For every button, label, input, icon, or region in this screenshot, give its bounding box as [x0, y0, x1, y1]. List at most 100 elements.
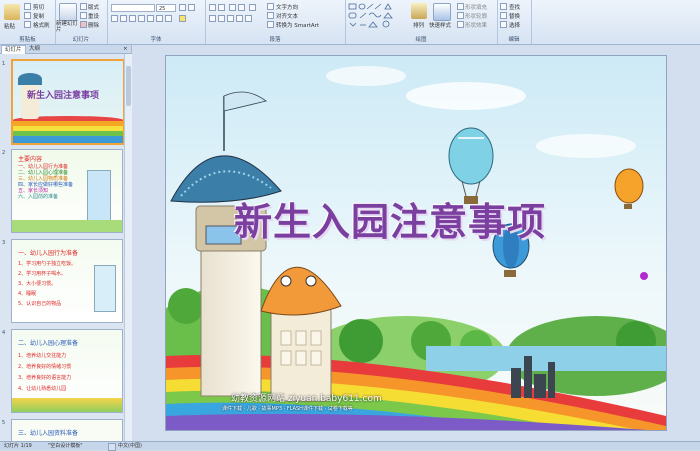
thumb-line: 5、认识自己的物品: [18, 301, 62, 307]
shape-outline-button[interactable]: 形状轮廓: [465, 12, 487, 20]
thumb-line: 1、培养幼儿交往能力: [18, 353, 67, 359]
thumb-line: 1、学习用勺子独立吃饭。: [18, 261, 77, 267]
paste-button[interactable]: 粘贴: [4, 22, 15, 30]
replace-icon[interactable]: [500, 12, 507, 19]
slides-group: 新建幻灯片 版式 重设 删除 幻灯片: [55, 0, 108, 44]
bullets-icon[interactable]: [209, 4, 216, 11]
smartart-icon[interactable]: [267, 21, 274, 28]
reset-button[interactable]: 重设: [88, 12, 99, 20]
select-button[interactable]: 选择: [509, 21, 520, 29]
thumbnail-scrollbar[interactable]: [124, 54, 132, 441]
shadow-icon[interactable]: [138, 15, 145, 22]
editing-label: 编辑: [508, 37, 520, 43]
underline-icon[interactable]: [129, 15, 136, 22]
align-center-icon[interactable]: [218, 15, 225, 22]
font-color-icon[interactable]: [179, 15, 186, 22]
arrange-icon[interactable]: [411, 3, 427, 19]
tab-outline[interactable]: 大纲: [26, 45, 43, 53]
font-label: 字体: [150, 37, 162, 43]
editing-group: 查找 替换 选择 编辑: [497, 0, 532, 44]
new-slide-button[interactable]: 新建幻灯片: [56, 21, 80, 33]
slide-thumbnail-3[interactable]: 一、幼儿入园行为准备 1、学习用勺子独立吃饭。 2、学习用杯子喝水。 3、大小便…: [11, 239, 123, 323]
cut-button[interactable]: 剪切: [33, 3, 44, 11]
format-painter-button[interactable]: 格式刷: [33, 21, 50, 29]
strikethrough-icon[interactable]: [147, 15, 154, 22]
slide-thumbnail-4[interactable]: 二、幼儿入园心理准备 1、培养幼儿交往能力 2、培养良好的情绪习惯 3、培养良好…: [11, 329, 123, 413]
current-slide[interactable]: 新生入园注意事项 幼教资源网站 ziyuan.baby611.com 课件下载 …: [165, 55, 667, 431]
tab-slides[interactable]: 幻灯片: [1, 45, 26, 54]
slide-footer-subtitle: 课件下载 · 儿歌 · 故事MP3 · FLASH课件下载 · 试卷下载等: [222, 406, 353, 412]
thumb-number: 2: [2, 150, 6, 156]
thumb-line: 4、让幼儿熟悉幼儿园: [18, 386, 67, 392]
paragraph-label: 段落: [269, 37, 281, 43]
numbering-icon[interactable]: [218, 4, 225, 11]
shape-effects-button[interactable]: 形状效果: [465, 21, 487, 29]
copy-icon[interactable]: [24, 12, 31, 19]
slide-thumbnail-5[interactable]: 三、幼儿入园资料准备: [11, 419, 123, 442]
decrease-indent-icon[interactable]: [229, 4, 236, 11]
spellcheck-icon[interactable]: [108, 443, 116, 451]
shrink-font-icon[interactable]: [188, 4, 195, 11]
thumb-title: 三、幼儿入园资料准备: [18, 430, 79, 437]
text-direction-icon[interactable]: [267, 3, 274, 10]
paragraph-group: 文字方向 对齐文本 转换为 SmartArt 段落: [205, 0, 346, 44]
slide-thumbnail-1[interactable]: 新生入园注意事项: [11, 59, 125, 145]
paste-icon[interactable]: [4, 4, 20, 20]
slide-footer: 幼教资源网站 ziyuan.baby611.com: [231, 394, 382, 404]
shapes-gallery-icon[interactable]: [348, 3, 400, 29]
layout-button[interactable]: 版式: [88, 3, 99, 11]
bold-icon[interactable]: [111, 15, 118, 22]
quick-styles-icon[interactable]: [433, 3, 451, 21]
reset-icon[interactable]: [80, 12, 87, 19]
slide-thumbnail-2[interactable]: 主要内容 一、幼儿入园行为准备 二、幼儿入园心理准备 三、幼儿入园物质准备 四、…: [11, 149, 123, 233]
thumb-line: 3、培养良好的语言能力: [18, 375, 72, 381]
font-name-combo[interactable]: [111, 4, 155, 12]
thumb-number: 3: [2, 240, 6, 246]
thumb-line: 3、大小便习惯。: [18, 281, 57, 287]
align-text-icon[interactable]: [267, 12, 274, 19]
shape-effects-icon[interactable]: [457, 21, 464, 28]
arrange-button[interactable]: 排列: [413, 21, 424, 29]
replace-button[interactable]: 替换: [509, 12, 520, 20]
thumb-number: 1: [2, 61, 6, 67]
delete-button[interactable]: 删除: [88, 21, 99, 29]
font-size-combo[interactable]: 25: [156, 4, 176, 12]
format-painter-icon[interactable]: [24, 21, 31, 28]
close-panel-icon[interactable]: ×: [120, 45, 131, 53]
select-icon[interactable]: [500, 21, 507, 28]
char-spacing-icon[interactable]: [156, 15, 163, 22]
align-text-button[interactable]: 对齐文本: [276, 12, 298, 20]
justify-icon[interactable]: [236, 15, 243, 22]
delete-icon[interactable]: [80, 21, 87, 28]
quick-styles-button[interactable]: 快速样式: [429, 21, 451, 29]
text-direction-button[interactable]: 文字方向: [276, 3, 298, 11]
italic-icon[interactable]: [120, 15, 127, 22]
columns-icon[interactable]: [245, 15, 252, 22]
change-case-icon[interactable]: [165, 15, 172, 22]
shape-fill-icon[interactable]: [457, 3, 464, 10]
copy-button[interactable]: 复制: [33, 12, 44, 20]
find-icon[interactable]: [500, 3, 507, 10]
line-spacing-icon[interactable]: [249, 4, 256, 11]
cut-icon[interactable]: [24, 3, 31, 10]
new-slide-icon[interactable]: [59, 3, 77, 21]
shape-fill-button[interactable]: 形状填充: [465, 3, 487, 11]
thumb-number: 4: [2, 330, 6, 336]
shape-outline-icon[interactable]: [457, 12, 464, 19]
slide-editing-area: 新生入园注意事项 幼教资源网站 ziyuan.baby611.com 课件下载 …: [132, 45, 700, 441]
align-left-icon[interactable]: [209, 15, 216, 22]
align-right-icon[interactable]: [227, 15, 234, 22]
ribbon: 粘贴 剪切 复制 格式刷 剪贴板 新建幻灯片 版式 重设 删除 幻灯片 25 字…: [0, 0, 700, 45]
increase-indent-icon[interactable]: [238, 4, 245, 11]
smartart-button[interactable]: 转换为 SmartArt: [276, 21, 319, 29]
grow-font-icon[interactable]: [179, 4, 186, 11]
scrollbar-thumb[interactable]: [126, 66, 131, 106]
slide-title[interactable]: 新生入园注意事项: [234, 191, 546, 246]
thumb-line: 2、学习用杯子喝水。: [18, 271, 67, 277]
layout-icon[interactable]: [80, 3, 87, 10]
panel-tabs: 幻灯片 大纲 ×: [0, 45, 131, 54]
thumb-title: 一、幼儿入园行为准备: [18, 250, 79, 257]
slide-thumbnail-panel: 幻灯片 大纲 × 1 新生入园注意事项 2 主要内容 一、幼儿入园行为准备 二、…: [0, 45, 132, 442]
find-button[interactable]: 查找: [509, 3, 520, 11]
thumb-line: 4、睡眠: [18, 291, 37, 297]
